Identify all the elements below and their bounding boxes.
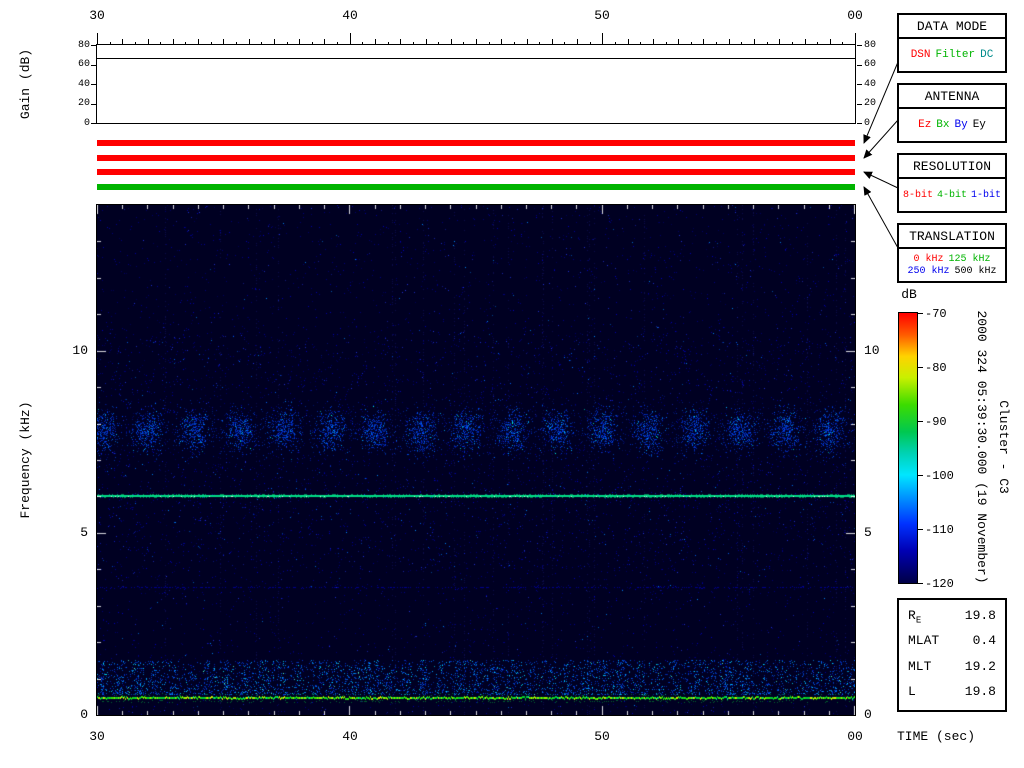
gain-ytick-label: 20 xyxy=(864,98,877,109)
time-tick-label-top: 40 xyxy=(342,8,358,23)
time-axis-title: TIME (sec) xyxy=(897,729,976,744)
gain-line xyxy=(97,58,855,59)
ephemeris-row: MLT 19.2 xyxy=(908,659,996,677)
gain-ytick-label: 0 xyxy=(864,118,871,129)
gain-ytick-label: 80 xyxy=(77,40,90,51)
ephemeris-value: 19.8 xyxy=(964,607,996,623)
time-tick-label-bottom: 00 xyxy=(847,729,863,744)
spectrogram-panel xyxy=(96,204,856,716)
gain-ytick-label: 60 xyxy=(864,59,877,70)
legend-item-8bit: 8-bit xyxy=(902,189,933,201)
legend-box-items: Ez Bx By Ey xyxy=(899,109,1005,141)
time-tick-label-bottom: 30 xyxy=(89,729,105,744)
gain-ytick-label: 40 xyxy=(864,79,877,90)
colorbar-gradient xyxy=(899,313,917,583)
legend-box-translation: TRANSLATION 0 kHz 125 kHz 250 kHz 500 kH… xyxy=(897,223,1007,283)
spacecraft-annotation: Cluster - C3 xyxy=(996,400,1011,494)
legend-item-by: By xyxy=(954,119,968,131)
time-tick-label-top: 00 xyxy=(847,8,863,23)
time-tick-label-bottom: 40 xyxy=(342,729,358,744)
ephemeris-box: RE 19.8 MLAT 0.4 MLT 19.2 L 19.8 xyxy=(897,598,1007,712)
legend-box-resolution: RESOLUTION 8-bit 4-bit 1-bit xyxy=(897,153,1007,213)
colorbar xyxy=(898,312,918,584)
freq-ytick-label: 10 xyxy=(864,343,880,358)
spectrogram-canvas xyxy=(97,205,855,715)
ephemeris-value: 19.8 xyxy=(964,684,996,700)
legend-box-items: 0 kHz 125 kHz 250 kHz 500 kHz xyxy=(899,249,1005,281)
legend-box-antenna: ANTENNA Ez Bx By Ey xyxy=(897,83,1007,143)
legend-item-filter: Filter xyxy=(935,49,976,61)
legend-box-title: TRANSLATION xyxy=(899,225,1005,249)
colorbar-tick-label: -80 xyxy=(925,361,947,375)
status-bar-translation xyxy=(97,184,855,190)
legend-item-dc: DC xyxy=(980,49,994,61)
status-bar-data-mode xyxy=(97,140,855,146)
datetime-annotation: 2000 324 05:39:30.000 (19 November) xyxy=(974,310,989,584)
legend-box-items: 8-bit 4-bit 1-bit xyxy=(899,179,1005,211)
time-tick-label-top: 30 xyxy=(89,8,105,23)
gain-plot-panel xyxy=(96,44,856,124)
colorbar-tick-label: -110 xyxy=(925,523,954,537)
ephemeris-label: MLT xyxy=(908,658,932,674)
colorbar-tick-label: -100 xyxy=(925,469,954,483)
legend-item-ez: Ez xyxy=(918,119,932,131)
colorbar-tick-label: -90 xyxy=(925,415,947,429)
ephemeris-row: L 19.8 xyxy=(908,684,996,702)
gain-ytick-label: 80 xyxy=(864,40,877,51)
frequency-axis-title: Frequency (kHz) xyxy=(18,401,33,519)
ephemeris-label: RE xyxy=(908,607,922,626)
legend-item-ey: Ey xyxy=(972,119,986,131)
colorbar-title: dB xyxy=(901,287,917,302)
legend-item-dsn: DSN xyxy=(910,49,931,61)
ephemeris-label: MLAT xyxy=(908,633,940,649)
freq-ytick-label: 0 xyxy=(80,707,88,722)
ephemeris-value: 19.2 xyxy=(964,658,996,674)
colorbar-tick-label: -70 xyxy=(925,307,947,321)
time-tick-label-bottom: 50 xyxy=(594,729,610,744)
ephemeris-row: MLAT 0.4 xyxy=(908,633,996,651)
gain-ytick-label: 60 xyxy=(77,59,90,70)
legend-box-data-mode: DATA MODE DSN Filter DC xyxy=(897,13,1007,73)
freq-ytick-label: 5 xyxy=(80,525,88,540)
legend-box-title: ANTENNA xyxy=(899,85,1005,109)
legend-item-250khz: 250 kHz xyxy=(907,265,950,277)
ephemeris-label: L xyxy=(908,684,916,700)
ephemeris-value: 0.4 xyxy=(972,633,996,649)
colorbar-tick-label: -120 xyxy=(925,577,954,591)
freq-ytick-label: 0 xyxy=(864,707,872,722)
legend-row: 0 kHz 125 kHz xyxy=(899,254,1005,265)
ephemeris-row: RE 19.8 xyxy=(908,608,996,626)
legend-item-1bit: 1-bit xyxy=(971,189,1002,201)
legend-item-0khz: 0 kHz xyxy=(913,253,944,265)
gain-ytick-label: 40 xyxy=(77,79,90,90)
freq-ytick-label: 10 xyxy=(72,343,88,358)
legend-box-title: RESOLUTION xyxy=(899,155,1005,179)
legend-box-title: DATA MODE xyxy=(899,15,1005,39)
legend-item-4bit: 4-bit xyxy=(936,189,967,201)
time-tick-label-top: 50 xyxy=(594,8,610,23)
legend-item-bx: Bx xyxy=(936,119,950,131)
legend-row: 250 kHz 500 kHz xyxy=(899,266,1005,277)
legend-box-items: DSN Filter DC xyxy=(899,39,1005,71)
gain-ytick-label: 20 xyxy=(77,98,90,109)
legend-item-500khz: 500 kHz xyxy=(954,265,997,277)
wbd-spectrogram-display: Gain (dB) Frequency (kHz) 30 40 50 00 80… xyxy=(0,0,1024,768)
gain-ytick-label: 0 xyxy=(83,118,90,129)
gain-axis-title: Gain (dB) xyxy=(18,48,33,120)
status-bar-resolution xyxy=(97,169,855,175)
status-bar-antenna xyxy=(97,155,855,161)
legend-item-125khz: 125 kHz xyxy=(948,253,991,265)
freq-ytick-label: 5 xyxy=(864,525,872,540)
